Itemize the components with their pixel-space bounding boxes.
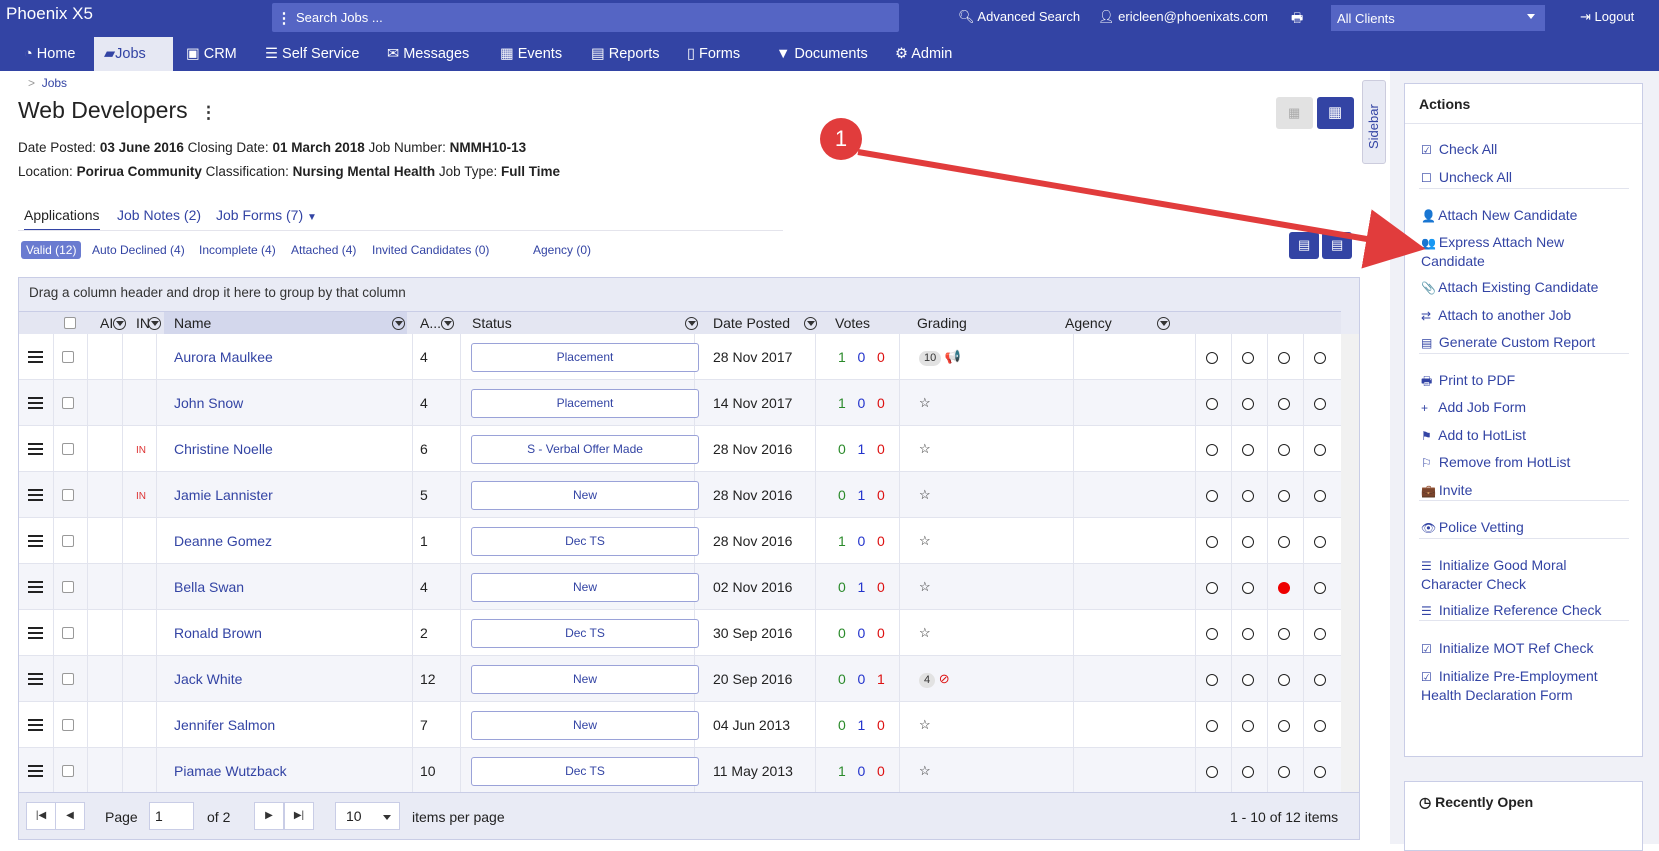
annotation-callout-1: 1 bbox=[820, 118, 862, 160]
